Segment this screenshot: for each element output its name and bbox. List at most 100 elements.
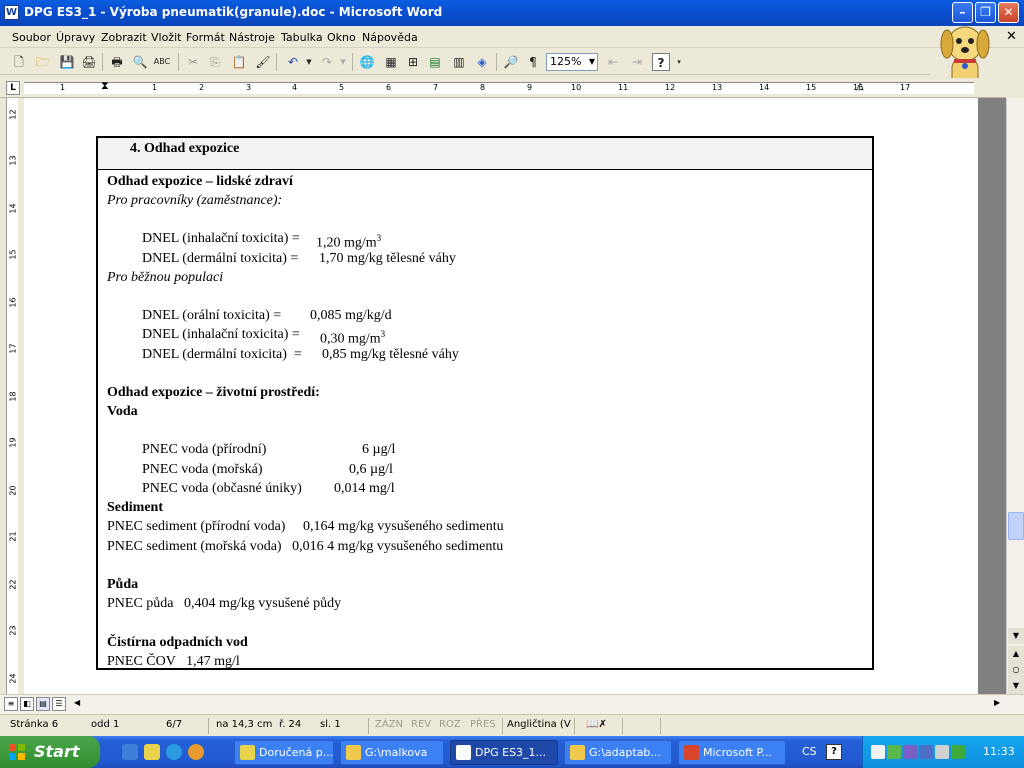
standard-toolbar: 🗋 🗁 💾 🖨 🖶 🔍 ABC ✂ ⎘ 📋 🖌 ↶ ▼ ↷ ▼ 🌐 ▦ ⊞ ▤ … [0, 49, 930, 75]
menu-soubor[interactable]: Soubor [12, 31, 51, 44]
tab-selector[interactable]: L [6, 81, 20, 95]
task-word-document[interactable]: DPG ES3_1... [450, 740, 558, 765]
spelling-status-icon[interactable]: 📖✗ [586, 719, 607, 730]
ruler-number: 13 [712, 83, 723, 92]
menu-upravy[interactable]: Úpravy [56, 31, 95, 44]
tables-borders-icon[interactable]: ▦ [382, 53, 400, 71]
zoom-select[interactable]: 125% ▼ [546, 53, 598, 71]
drawing-icon[interactable]: ◈ [473, 53, 491, 71]
open-folder-icon[interactable]: 🗁 [34, 53, 52, 71]
scroll-left-icon[interactable]: ◀ [74, 698, 80, 707]
outline-view-icon[interactable]: ☰ [52, 697, 66, 711]
permission-icon[interactable]: 🖨 [80, 53, 98, 71]
menu-zobrazit[interactable]: Zobrazit [101, 31, 147, 44]
toolbar-options-icon[interactable]: ▾ [670, 53, 688, 71]
menu-tabulka[interactable]: Tabulka [281, 31, 323, 44]
word-icon [456, 745, 471, 760]
task-malkova-folder[interactable]: G:\malkova [340, 740, 444, 765]
dnel-value: 1,70 mg/kg tělesné váhy [319, 250, 456, 266]
copy-icon[interactable]: ⎘ [206, 53, 224, 71]
sediment-heading: Sediment [107, 500, 163, 516]
decrease-indent-icon[interactable]: ⇤ [604, 53, 622, 71]
browse-object-icon[interactable]: ○ [1008, 662, 1024, 678]
task-adaptab-folder[interactable]: G:\adaptab... [564, 740, 672, 765]
normal-view-icon[interactable]: ≡ [4, 697, 18, 711]
tray-network-icon[interactable] [887, 745, 901, 759]
cut-icon[interactable]: ✂ [184, 53, 202, 71]
menu-nastroje[interactable]: Nástroje [229, 31, 275, 44]
previous-page-icon[interactable]: ▲ [1008, 646, 1024, 662]
new-document-icon[interactable]: 🗋 [10, 53, 28, 71]
scroll-down-icon[interactable]: ▼ [1008, 628, 1024, 644]
print-preview-icon[interactable]: 🔍 [131, 53, 149, 71]
language-help-icon[interactable]: ? [826, 744, 842, 760]
dnel-value: 0,85 mg/kg tělesné váhy [322, 346, 459, 362]
tray-app-icon[interactable] [903, 745, 917, 759]
spelling-icon[interactable]: ABC [153, 53, 171, 71]
status-line: ř. 24 [279, 719, 302, 730]
vertical-scrollbar[interactable]: ▼ ▲ ○ ▼ [1006, 98, 1024, 694]
scroll-right-icon[interactable]: ▶ [994, 698, 1000, 707]
exposure-table[interactable]: 4. Odhad expozice Odhad expozice – lidsk… [96, 136, 874, 670]
document-map-icon[interactable]: 🔎 [502, 53, 520, 71]
save-icon[interactable]: 💾 [58, 53, 76, 71]
vertical-scroll-thumb[interactable] [1008, 512, 1024, 540]
pilcrow-icon[interactable]: ¶ [524, 53, 542, 71]
columns-icon[interactable]: ▥ [450, 53, 468, 71]
paste-icon[interactable]: 📋 [230, 53, 248, 71]
help-icon[interactable]: ? [652, 53, 670, 71]
task-powerpoint[interactable]: Microsoft P... [678, 740, 786, 765]
word-app-icon[interactable]: W [4, 5, 19, 20]
insert-table-icon[interactable]: ⊞ [404, 53, 422, 71]
print-icon[interactable]: 🖶 [108, 53, 126, 71]
status-trk[interactable]: REV [411, 719, 431, 730]
status-ovr[interactable]: PŘES [470, 719, 496, 730]
start-button[interactable]: Start [0, 736, 100, 768]
pnec-value: 0,014 mg/l [334, 480, 395, 496]
tray-antivirus-icon[interactable] [951, 745, 965, 759]
increase-indent-icon[interactable]: ⇥ [628, 53, 646, 71]
format-painter-icon[interactable]: 🖌 [254, 53, 272, 71]
env-heading: Odhad expozice – životní prostředí: [107, 385, 320, 401]
close-button[interactable]: ✕ [998, 2, 1019, 23]
menu-napoveda[interactable]: Nápověda [362, 31, 418, 44]
status-language[interactable]: Angličtina (V [507, 719, 571, 730]
ruler-number: 14 [759, 83, 770, 92]
tray-monitor-icon[interactable] [919, 745, 933, 759]
menu-format[interactable]: Formát [186, 31, 225, 44]
print-layout-view-icon[interactable]: ▤ [36, 697, 50, 711]
dnel-row: DNEL (inhalační toxicita) = 1,20 mg/m3 [142, 231, 382, 252]
quicklaunch-media-icon[interactable] [188, 744, 204, 760]
horizontal-scrollbar[interactable]: ≡ ◧ ▤ ☰ ◀ ▶ [0, 694, 1024, 714]
menu-okno[interactable]: Okno [327, 31, 356, 44]
insert-excel-icon[interactable]: ▤ [426, 53, 444, 71]
quicklaunch-ie-icon[interactable] [166, 744, 182, 760]
menu-vlozit[interactable]: Vložit [151, 31, 181, 44]
document-close-icon[interactable]: ✕ [1006, 29, 1017, 44]
right-indent-marker-icon[interactable]: △ [856, 81, 864, 92]
title-bar[interactable]: W DPG ES3_1 - Výroba pneumatik(granule).… [0, 0, 1024, 26]
redo-dropdown-icon[interactable]: ▼ [334, 53, 352, 71]
language-indicator[interactable]: CS [802, 745, 817, 758]
quicklaunch-outlook-icon[interactable] [122, 744, 138, 760]
table-body[interactable]: Odhad expozice – lidské zdraví Pro praco… [98, 170, 872, 668]
document-area[interactable]: 4. Odhad expozice Odhad expozice – lidsk… [24, 98, 982, 694]
hyperlink-icon[interactable]: 🌐 [358, 53, 376, 71]
tray-mail-icon[interactable] [871, 745, 885, 759]
pnec-row: PNEC voda (přírodní) 6 µg/l [142, 442, 396, 458]
ruler-number: 10 [571, 83, 582, 92]
left-indent-marker-icon[interactable]: ⧗ [101, 79, 109, 93]
quicklaunch-app-icon[interactable] [144, 744, 160, 760]
next-page-icon[interactable]: ▼ [1008, 678, 1024, 694]
document-page[interactable]: 4. Odhad expozice Odhad expozice – lidsk… [24, 98, 978, 694]
status-rec[interactable]: ZÁZN [375, 719, 403, 730]
tray-speaker-icon[interactable] [935, 745, 949, 759]
ruler-number: 11 [618, 83, 629, 92]
web-layout-view-icon[interactable]: ◧ [20, 697, 34, 711]
taskbar: Start Doručená p... G:\malkova DPG ES3_1… [0, 736, 1024, 768]
undo-dropdown-icon[interactable]: ▼ [300, 53, 318, 71]
powerpoint-icon [684, 745, 699, 760]
status-ext[interactable]: ROZ [439, 719, 461, 730]
task-doručená-pošta[interactable]: Doručená p... [234, 740, 334, 765]
horizontal-ruler[interactable]: L 1 1 2 3 4 5 6 7 8 9 10 11 12 13 14 15 … [0, 78, 1006, 98]
